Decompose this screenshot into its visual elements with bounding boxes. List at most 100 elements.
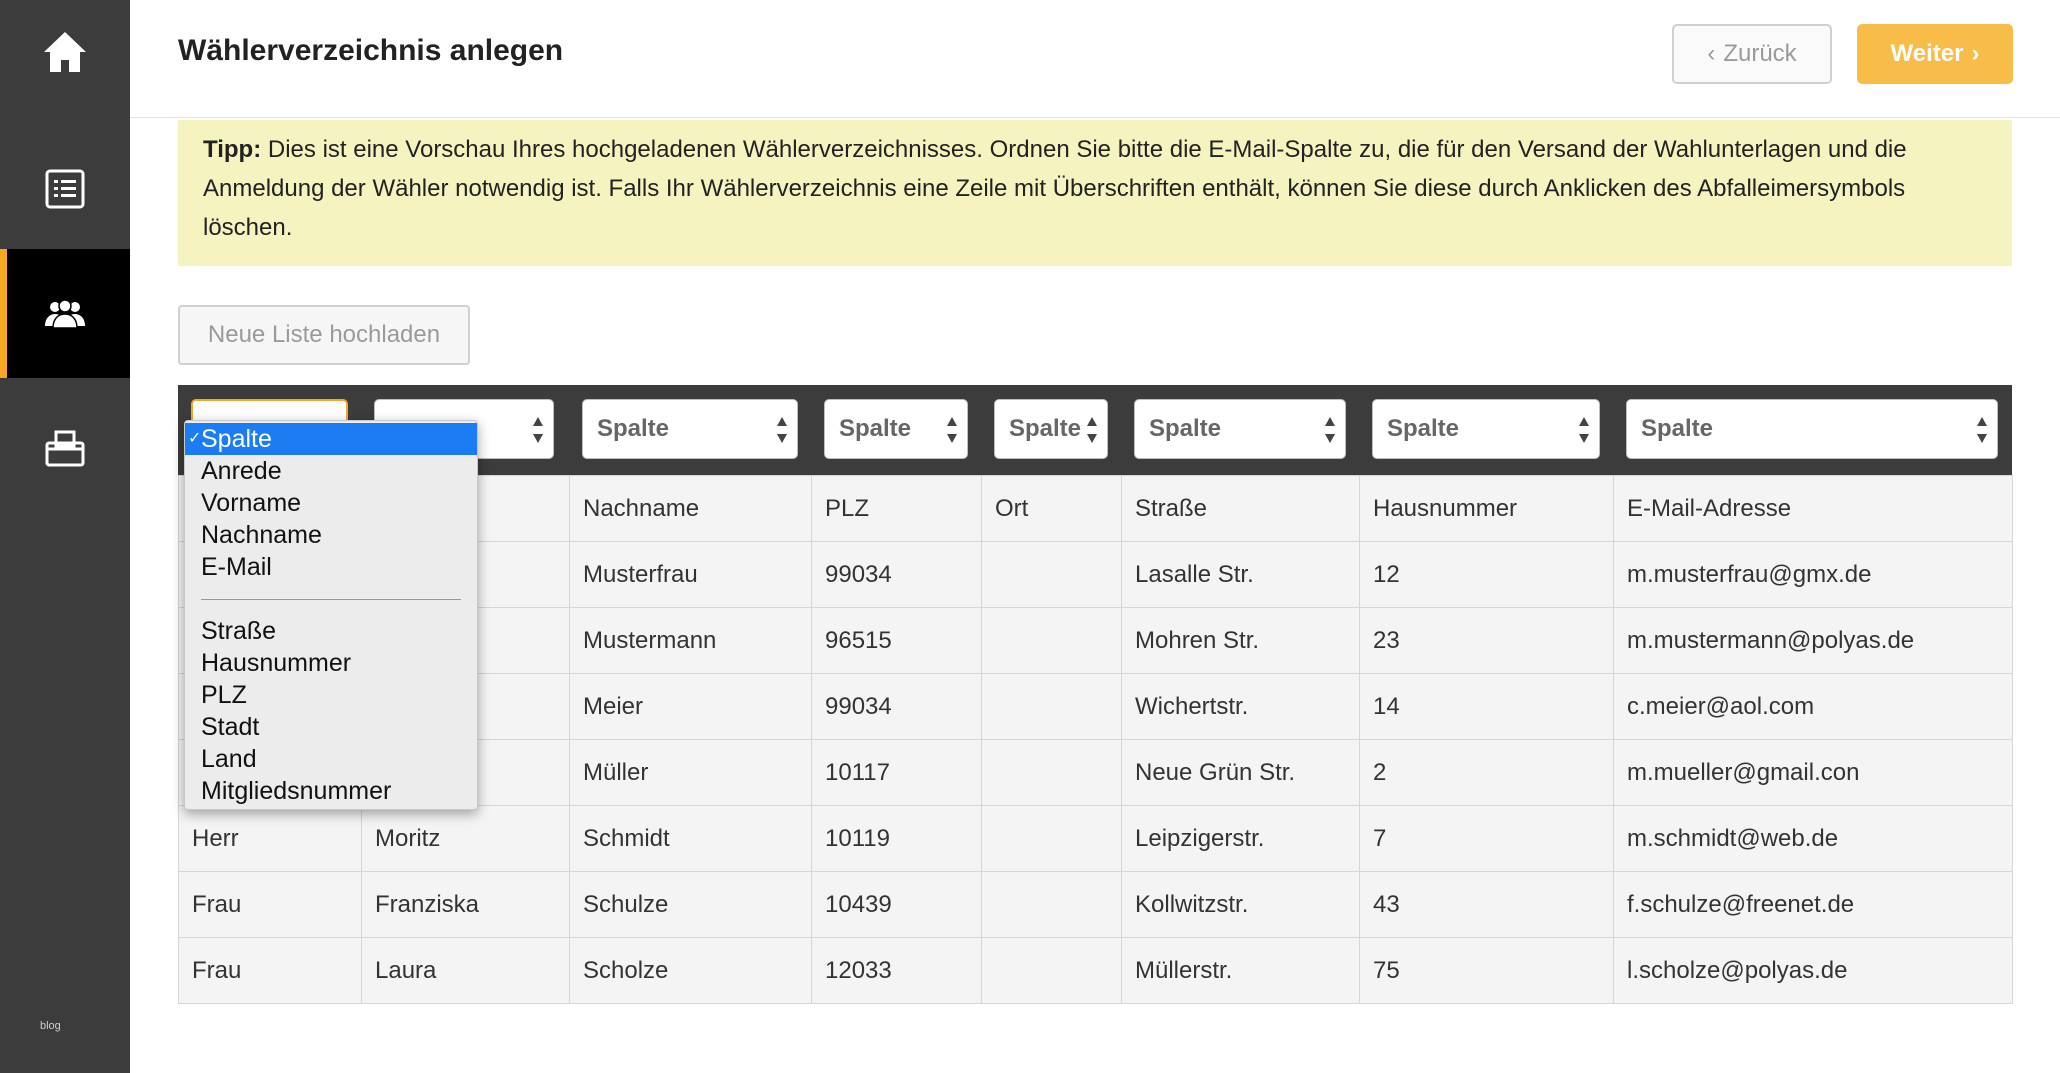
table-row: Frau Laura Scholze 12033 Müllerstr. 75 l.schol… (178, 937, 2013, 1004)
next-button[interactable]: Weiter › (1857, 24, 2013, 84)
table-cell: Leipzigerstr. (1121, 805, 1360, 872)
table-cell (981, 739, 1122, 806)
table-cell: 12 (1359, 541, 1614, 608)
table-cell: m.schmidt@web.de (1613, 805, 2013, 872)
table-cell: Mustermann (569, 607, 812, 674)
table-cell: Moritz (361, 805, 570, 872)
table-cell: Kollwitzstr. (1121, 871, 1360, 938)
table-row: Frau Franziska Schulze 10439 Kollwitzstr. 43 f… (178, 871, 2013, 938)
sidebar-item-list[interactable] (0, 120, 130, 258)
table-cell (981, 607, 1122, 674)
column-select-5[interactable]: Spalte (994, 399, 1108, 459)
table-cell: Schulze (569, 871, 812, 938)
sidebar-footer-label: blog (40, 1020, 61, 1032)
table-cell: m.mustermann@polyas.de (1613, 607, 2013, 674)
select-arrows-icon (1579, 417, 1589, 443)
table-cell: Straße (1121, 475, 1360, 542)
sidebar-item-home[interactable] (0, 0, 130, 104)
chevron-right-icon: › (1971, 40, 1980, 67)
tip-label: Tipp: (203, 136, 262, 163)
table-cell: Herr (178, 805, 362, 872)
table-cell: Mohren Str. (1121, 607, 1360, 674)
dropdown-option[interactable]: Stadt (185, 711, 477, 743)
column-select-4[interactable]: Spalte (824, 399, 968, 459)
dropdown-option[interactable]: PLZ (185, 679, 477, 711)
back-button[interactable]: ‹ Zurück (1672, 24, 1832, 84)
dropdown-option[interactable]: Vorname (185, 487, 477, 519)
back-button-label: Zurück (1723, 40, 1797, 67)
header: Wählerverzeichnis anlegen ‹ Zurück Weite… (130, 0, 2060, 118)
column-select-7[interactable]: Spalte (1372, 399, 1600, 459)
select-arrows-icon (777, 417, 787, 443)
table-cell: Scholze (569, 937, 812, 1004)
table-cell: 2 (1359, 739, 1614, 806)
table-cell (981, 937, 1122, 1004)
table-cell: Nachname (569, 475, 812, 542)
select-arrows-icon (947, 417, 957, 443)
dropdown-separator (185, 583, 477, 615)
table-cell (981, 805, 1122, 872)
next-button-label: Weiter (1890, 40, 1964, 67)
column-select-dropdown: ✓ Spalte Anrede Vorname Nachname E-Mail Str… (184, 420, 478, 810)
ballot-box-icon (45, 430, 85, 467)
tip-text: Dies ist eine Vorschau Ihres hochgeladen… (203, 136, 1907, 241)
table-cell (981, 541, 1122, 608)
table-cell: 10439 (811, 871, 982, 938)
sidebar-item-ballot-box[interactable] (0, 384, 130, 512)
sidebar-item-users[interactable] (0, 249, 130, 378)
table-cell: Frau (178, 937, 362, 1004)
table-cell: c.meier@aol.com (1613, 673, 2013, 740)
table-cell: Lasalle Str. (1121, 541, 1360, 608)
dropdown-option[interactable]: Mitgliedsnummer (185, 775, 477, 807)
dropdown-option[interactable]: Nachname (185, 519, 477, 551)
list-icon (45, 169, 85, 209)
table-cell: Neue Grün Str. (1121, 739, 1360, 806)
table-cell: m.musterfrau@gmx.de (1613, 541, 2013, 608)
dropdown-option[interactable]: E-Mail (185, 551, 477, 583)
column-select-3[interactable]: Spalte (582, 399, 798, 459)
table-cell: 96515 (811, 607, 982, 674)
table-cell: Meier (569, 673, 812, 740)
home-icon (44, 32, 86, 72)
table-row: Herr Moritz Schmidt 10119 Leipzigerstr. 7 m.sc… (178, 805, 2013, 872)
table-cell: 23 (1359, 607, 1614, 674)
column-select-6[interactable]: Spalte (1134, 399, 1346, 459)
select-arrows-icon (533, 417, 543, 443)
dropdown-option[interactable]: Straße (185, 615, 477, 647)
select-arrows-icon (1087, 417, 1097, 443)
table-cell: 10117 (811, 739, 982, 806)
dropdown-option[interactable]: Anrede (185, 455, 477, 487)
upload-new-list-button[interactable]: Neue Liste hochladen (178, 305, 470, 365)
dropdown-option-selected[interactable]: ✓ Spalte (185, 423, 477, 455)
table-cell: Musterfrau (569, 541, 812, 608)
table-cell: 75 (1359, 937, 1614, 1004)
sidebar: blog (0, 0, 130, 1073)
table-cell: m.mueller@gmail.con (1613, 739, 2013, 806)
table-cell (981, 673, 1122, 740)
select-arrows-icon (1325, 417, 1335, 443)
table-cell (981, 871, 1122, 938)
dropdown-option[interactable]: Land (185, 743, 477, 775)
table-cell: Hausnummer (1359, 475, 1614, 542)
table-cell: 43 (1359, 871, 1614, 938)
table-cell: 10119 (811, 805, 982, 872)
table-cell: Müllerstr. (1121, 937, 1360, 1004)
table-cell: Schmidt (569, 805, 812, 872)
table-cell: f.schulze@freenet.de (1613, 871, 2013, 938)
table-cell: Müller (569, 739, 812, 806)
column-select-8[interactable]: Spalte (1626, 399, 1998, 459)
users-icon (45, 298, 85, 329)
dropdown-option[interactable]: Hausnummer (185, 647, 477, 679)
table-cell: 99034 (811, 541, 982, 608)
checkmark-icon: ✓ (188, 430, 202, 447)
table-cell: E-Mail-Adresse (1613, 475, 2013, 542)
table-cell: Wichertstr. (1121, 673, 1360, 740)
dropdown-group-top: Anrede Vorname Nachname E-Mail (185, 455, 477, 583)
chevron-left-icon: ‹ (1707, 40, 1716, 67)
page-title: Wählerverzeichnis anlegen (178, 34, 564, 67)
table-cell: Frau (178, 871, 362, 938)
table-cell: PLZ (811, 475, 982, 542)
table-cell: 7 (1359, 805, 1614, 872)
select-arrows-icon (1977, 417, 1987, 443)
table-cell: Franziska (361, 871, 570, 938)
